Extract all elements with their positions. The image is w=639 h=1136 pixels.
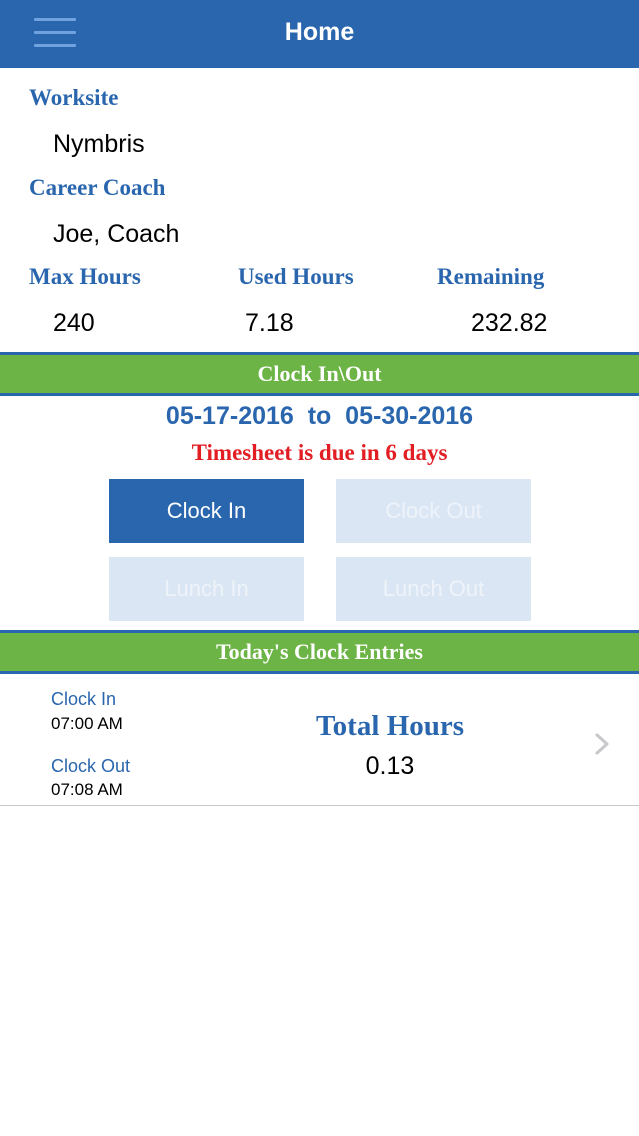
worksite-value: Nymbris — [53, 130, 145, 158]
total-hours-value: 0.13 — [365, 752, 415, 780]
lunch-out-button[interactable]: Lunch Out — [336, 557, 531, 621]
entries-section-header: Today's Clock Entries — [0, 630, 639, 674]
pay-period-range: 05-17-2016 to 05-30-2016 — [165, 402, 474, 430]
remaining-hours-value: 232.82 — [471, 309, 548, 337]
top-nav-bar: Home — [0, 0, 639, 68]
entry-clock-out-label: Clock Out — [51, 756, 131, 776]
max-hours-label: Max Hours — [29, 264, 141, 289]
chevron-right-icon[interactable] — [592, 730, 614, 758]
worksite-label: Worksite — [29, 85, 119, 110]
career-coach-label: Career Coach — [29, 175, 166, 200]
used-hours-value: 7.18 — [245, 309, 294, 337]
entry-clock-in-label: Clock In — [51, 689, 117, 709]
page-title: Home — [284, 18, 355, 46]
career-coach-value: Joe, Coach — [53, 220, 180, 248]
entry-clock-in-time: 07:00 AM — [51, 714, 123, 733]
total-hours-label: Total Hours — [316, 710, 464, 742]
row-divider — [0, 805, 639, 806]
remaining-hours-label: Remaining — [437, 264, 545, 289]
clock-section-header: Clock In\Out — [0, 352, 639, 396]
clock-out-button[interactable]: Clock Out — [336, 479, 531, 543]
max-hours-value: 240 — [53, 309, 95, 337]
entry-clock-out-time: 07:08 AM — [51, 780, 123, 799]
used-hours-label: Used Hours — [238, 264, 354, 289]
lunch-in-button[interactable]: Lunch In — [109, 557, 304, 621]
timesheet-due-message: Timesheet is due in 6 days — [191, 440, 448, 465]
clock-in-button[interactable]: Clock In — [109, 479, 304, 543]
